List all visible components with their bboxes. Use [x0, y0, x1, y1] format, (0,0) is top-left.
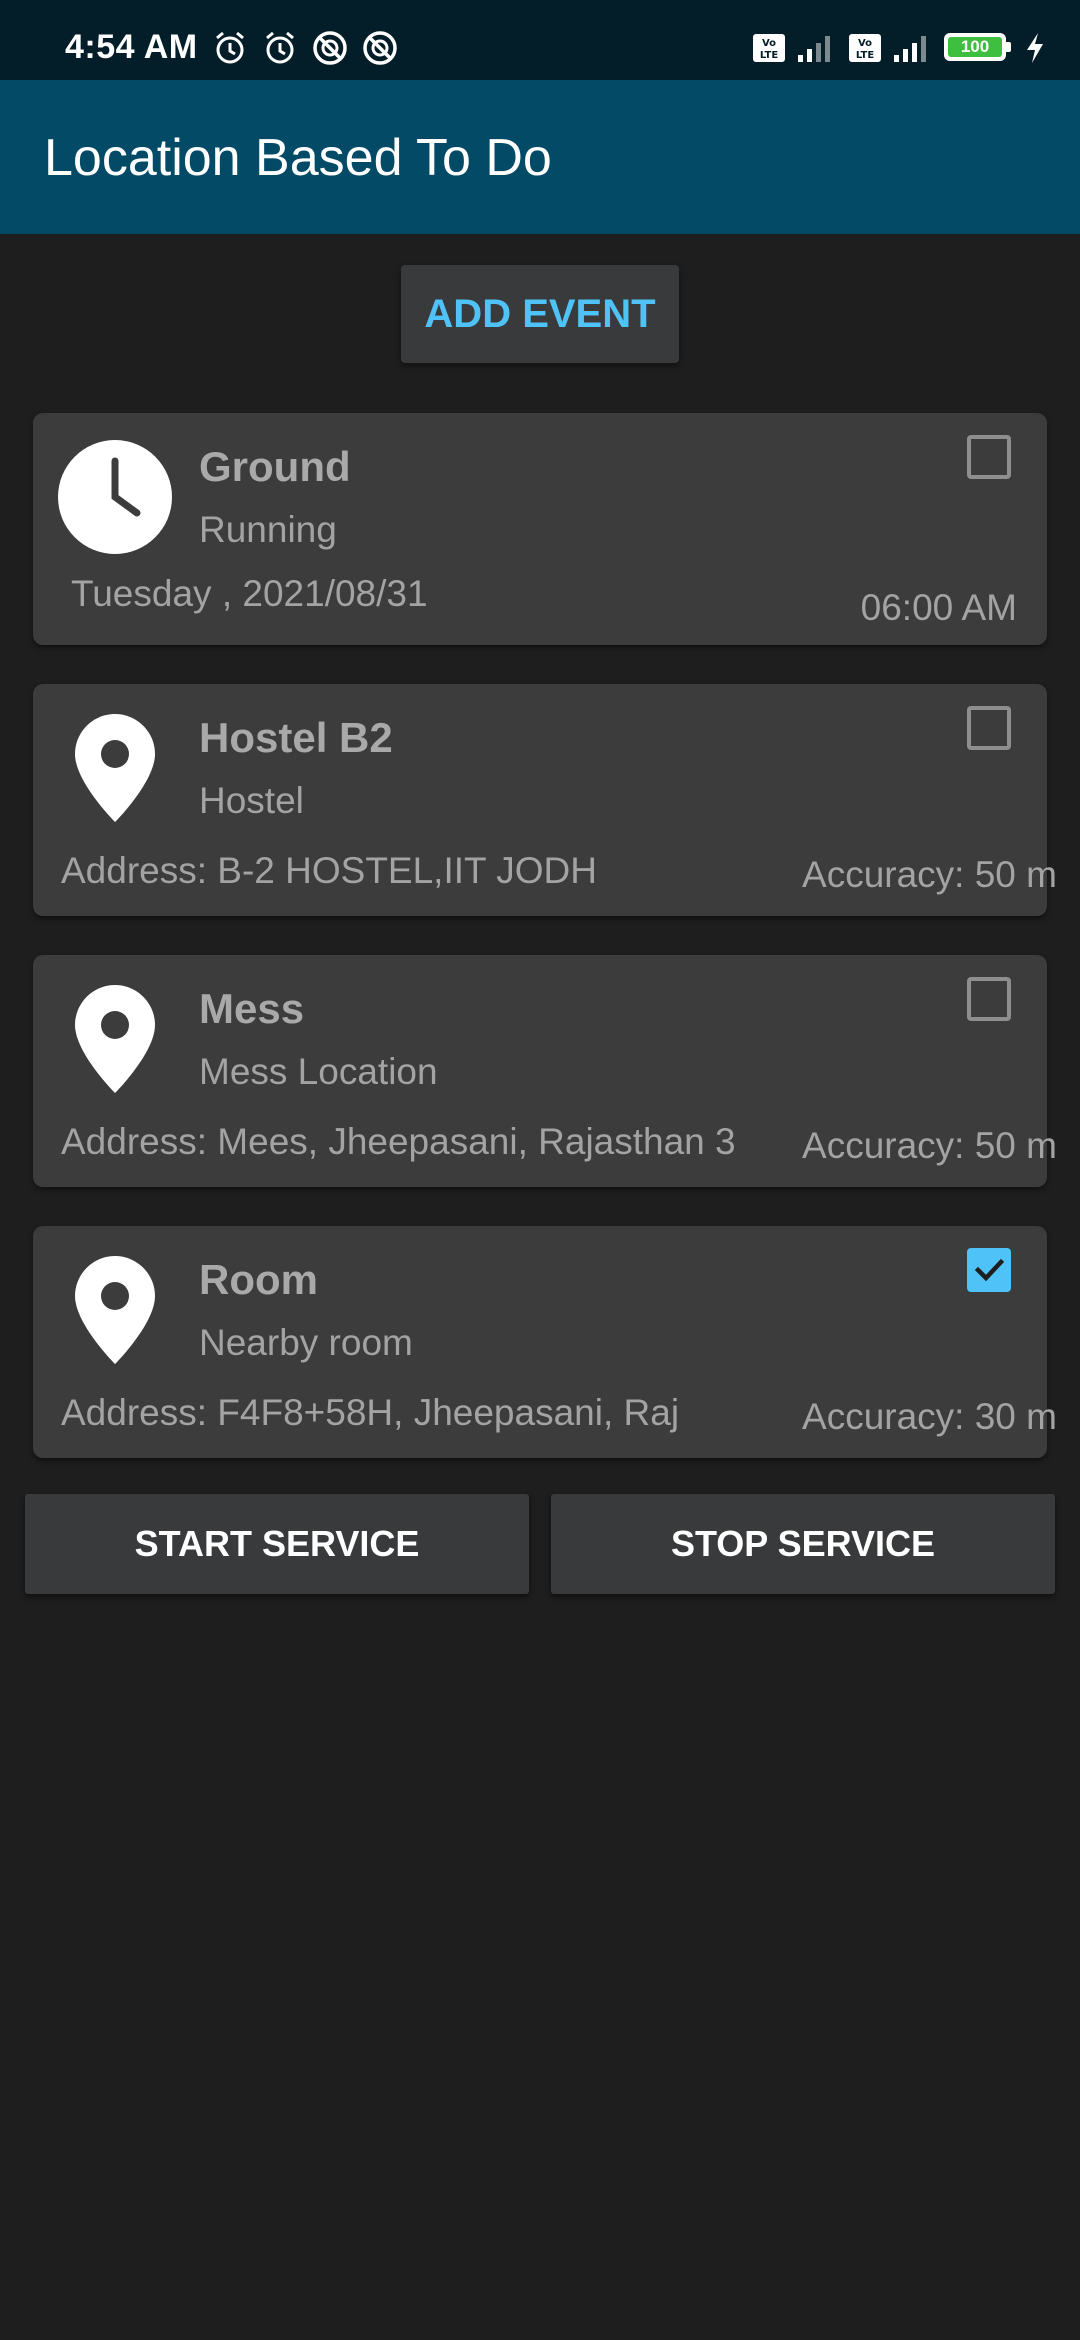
stop-service-button[interactable]: STOP SERVICE	[551, 1494, 1055, 1594]
event-address: Address: F4F8+58H, Jheepasani, Raj	[61, 1392, 680, 1433]
event-time: 06:00 AM	[860, 587, 1017, 628]
event-address: Address: B-2 HOSTEL,IIT JODH	[61, 850, 597, 891]
event-address: Address: Mees, Jheepasani, Rajasthan 3	[61, 1121, 736, 1162]
add-event-button[interactable]: ADD EVENT	[401, 265, 679, 363]
event-title: Ground	[199, 443, 351, 490]
svg-text:Vo: Vo	[858, 38, 872, 49]
location-pin-icon	[57, 710, 173, 826]
event-subtitle: Running	[199, 509, 337, 550]
alarm-icon	[216, 31, 244, 64]
app-bar: Location Based To Do	[0, 80, 1080, 234]
event-title: Mess	[199, 985, 305, 1032]
blocked-notification-icon	[363, 31, 397, 65]
svg-text:LTE: LTE	[856, 50, 875, 61]
status-icons-right: Vo LTE Vo LTE 100	[752, 32, 1046, 64]
event-checkbox[interactable]	[967, 706, 1011, 750]
status-bar: 4:54 AM Vo LTE Vo LTE 100	[0, 0, 1080, 80]
volte-icon: VoLTE	[849, 34, 881, 62]
start-service-button[interactable]: START SERVICE	[25, 1494, 529, 1594]
battery-icon: 100	[944, 33, 1014, 63]
event-accuracy: Accuracy: 50 m	[802, 854, 1057, 895]
event-checkbox[interactable]	[967, 977, 1011, 1021]
event-accuracy: Accuracy: 30 m	[802, 1396, 1057, 1437]
battery-level: 100	[960, 37, 990, 56]
event-checkbox[interactable]	[967, 435, 1011, 479]
event-title: Hostel B2	[199, 714, 393, 761]
page-title: Location Based To Do	[44, 129, 552, 187]
event-accuracy: Accuracy: 50 m	[802, 1125, 1057, 1166]
clock-icon	[57, 439, 173, 555]
charging-icon	[1027, 33, 1043, 63]
status-icons-left	[212, 30, 398, 66]
event-title: Room	[199, 1256, 318, 1303]
signal-icon	[894, 36, 926, 62]
event-card[interactable]: Room Nearby room Address: F4F8+58H, Jheepa…	[33, 1226, 1057, 1458]
blocked-notification-icon	[313, 31, 347, 65]
event-checkbox[interactable]	[967, 1248, 1011, 1292]
location-pin-icon	[57, 981, 173, 1097]
svg-text:Vo: Vo	[762, 38, 776, 49]
event-card[interactable]: Ground Running Tuesday , 2021/08/31 06:00 A…	[33, 413, 1047, 645]
signal-icon	[798, 36, 830, 62]
status-time: 4:54 AM	[65, 28, 198, 66]
event-card[interactable]: Mess Mess Location Address: Mees, Jheepasa…	[33, 955, 1057, 1187]
event-subtitle: Nearby room	[199, 1322, 413, 1363]
alarm-icon	[266, 31, 294, 64]
svg-text:LTE: LTE	[760, 50, 779, 61]
event-subtitle: Mess Location	[199, 1051, 438, 1092]
location-pin-icon	[57, 1252, 173, 1368]
event-card[interactable]: Hostel B2 Hostel Address: B-2 HOSTEL,IIT J…	[33, 684, 1057, 916]
volte-icon: VoLTE	[753, 34, 785, 62]
event-date: Tuesday , 2021/08/31	[71, 573, 428, 614]
event-subtitle: Hostel	[199, 780, 304, 821]
